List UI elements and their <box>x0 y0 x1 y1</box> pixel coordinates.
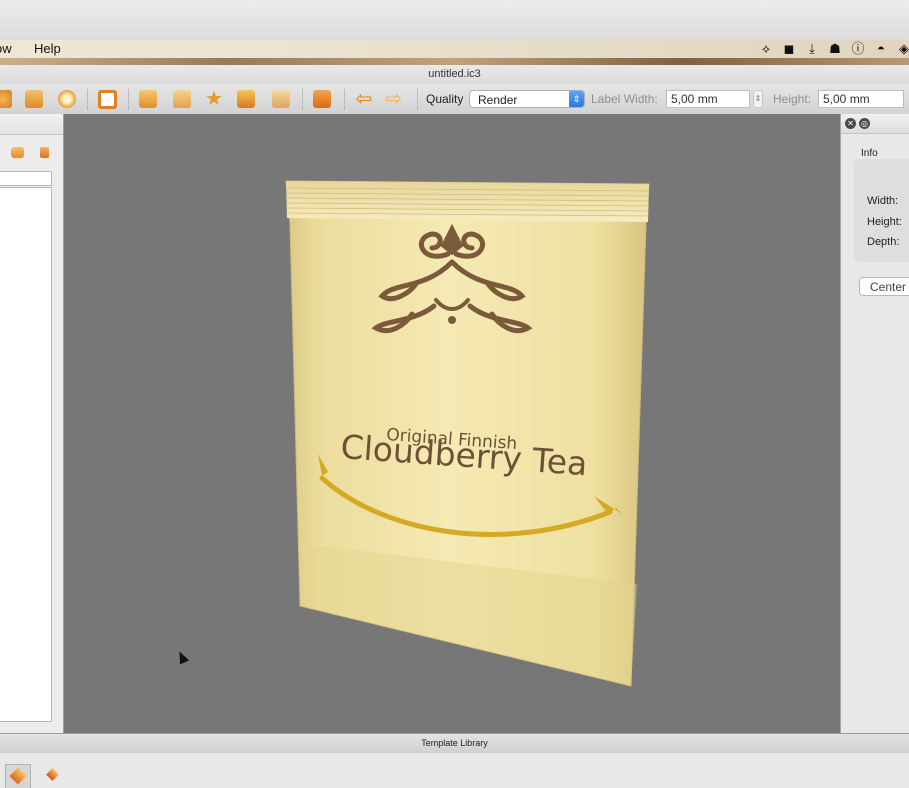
cup-icon[interactable]: ◓ <box>874 40 888 58</box>
status-icons: ⟡ ◼ ⤓ ☗ ⓘ ◓ ◈ <box>759 40 909 58</box>
layers-icon[interactable]: ◈ <box>897 40 909 58</box>
3d-viewport[interactable]: Original Finnish Cloudberry Tea <box>64 114 840 733</box>
window-title: untitled.ic3 <box>428 68 481 80</box>
info-height-label: Height: <box>867 216 902 228</box>
info-width-label: Width: <box>867 195 899 207</box>
height-field[interactable]: 5,00 mm <box>818 90 904 108</box>
redo-icon[interactable]: ⇨ <box>385 89 403 109</box>
dropbox-icon[interactable]: ⟡ <box>759 40 773 58</box>
label-width-label: Label Width: <box>591 92 658 106</box>
small-box-icon <box>46 768 59 781</box>
undo-icon[interactable]: ⇦ <box>355 89 373 109</box>
template-library-area <box>0 753 909 788</box>
label-width-stepper[interactable]: ⇕ <box>753 90 763 108</box>
desktop-strip <box>0 58 909 65</box>
height-label: Height: <box>773 92 812 106</box>
quality-select[interactable]: Render ⇕ <box>469 90 585 108</box>
disc-icon[interactable] <box>58 90 76 108</box>
toolbar-separator <box>417 89 419 110</box>
add-template-icon[interactable] <box>11 147 24 158</box>
window-top-chrome <box>0 0 909 41</box>
info-circle-icon[interactable]: ⓘ <box>851 40 865 58</box>
toolbar-separator <box>302 89 304 110</box>
left-item-list[interactable] <box>0 187 52 722</box>
detach-icon[interactable]: ◎ <box>859 118 870 129</box>
close-icon[interactable]: ✕ <box>845 118 856 129</box>
edit-icon[interactable] <box>173 90 191 108</box>
center-button[interactable]: Center <box>859 277 909 296</box>
pdf-import-icon[interactable] <box>272 90 290 108</box>
quality-label: Quality <box>426 92 464 106</box>
hat-icon[interactable]: ☗ <box>828 40 842 58</box>
left-search-input[interactable] <box>0 171 52 186</box>
label-width-field[interactable]: 5,00 mm <box>666 90 750 108</box>
toolbar-separator <box>128 89 130 110</box>
library-tab-3d[interactable] <box>5 764 31 788</box>
nav-icon[interactable] <box>0 90 12 108</box>
info-depth-label: Depth: <box>867 236 900 248</box>
info-title: Info <box>861 148 878 159</box>
template-library-title: Template Library <box>421 738 488 748</box>
app-square-icon[interactable]: ◼ <box>782 40 796 58</box>
quality-value: Render <box>478 93 518 107</box>
crop-icon[interactable] <box>98 90 117 109</box>
menu-window[interactable]: ow <box>0 41 12 56</box>
trash-icon[interactable] <box>40 147 49 158</box>
frame-icon[interactable] <box>25 90 43 108</box>
right-panel-header: ✕ ◎ <box>841 114 909 134</box>
package-render: Original Finnish Cloudberry Tea <box>285 180 650 687</box>
camera-icon[interactable] <box>313 90 331 108</box>
toolbar-separator <box>344 89 346 110</box>
template-library-bar: Template Library <box>0 733 909 754</box>
pdf-export-icon[interactable] <box>237 90 255 108</box>
left-panel <box>0 114 64 733</box>
right-panel: ✕ ◎ Info Width: Height: Depth: Center <box>840 114 909 733</box>
chevron-updown-icon: ⇕ <box>569 91 584 107</box>
toolbar-separator <box>87 89 89 110</box>
left-panel-header <box>0 114 63 135</box>
library-tab-alt[interactable] <box>42 764 66 787</box>
arrow-right-icon[interactable] <box>139 90 157 108</box>
download-icon[interactable]: ⤓ <box>805 40 819 58</box>
menu-help[interactable]: Help <box>34 41 61 56</box>
toolbar: ★ ⇦ ⇨ Quality Render ⇕ Label Width: 5,00… <box>0 84 909 115</box>
box-icon <box>9 767 27 785</box>
title-bar: untitled.ic3 <box>0 65 909 84</box>
star-icon[interactable]: ★ <box>205 89 223 109</box>
